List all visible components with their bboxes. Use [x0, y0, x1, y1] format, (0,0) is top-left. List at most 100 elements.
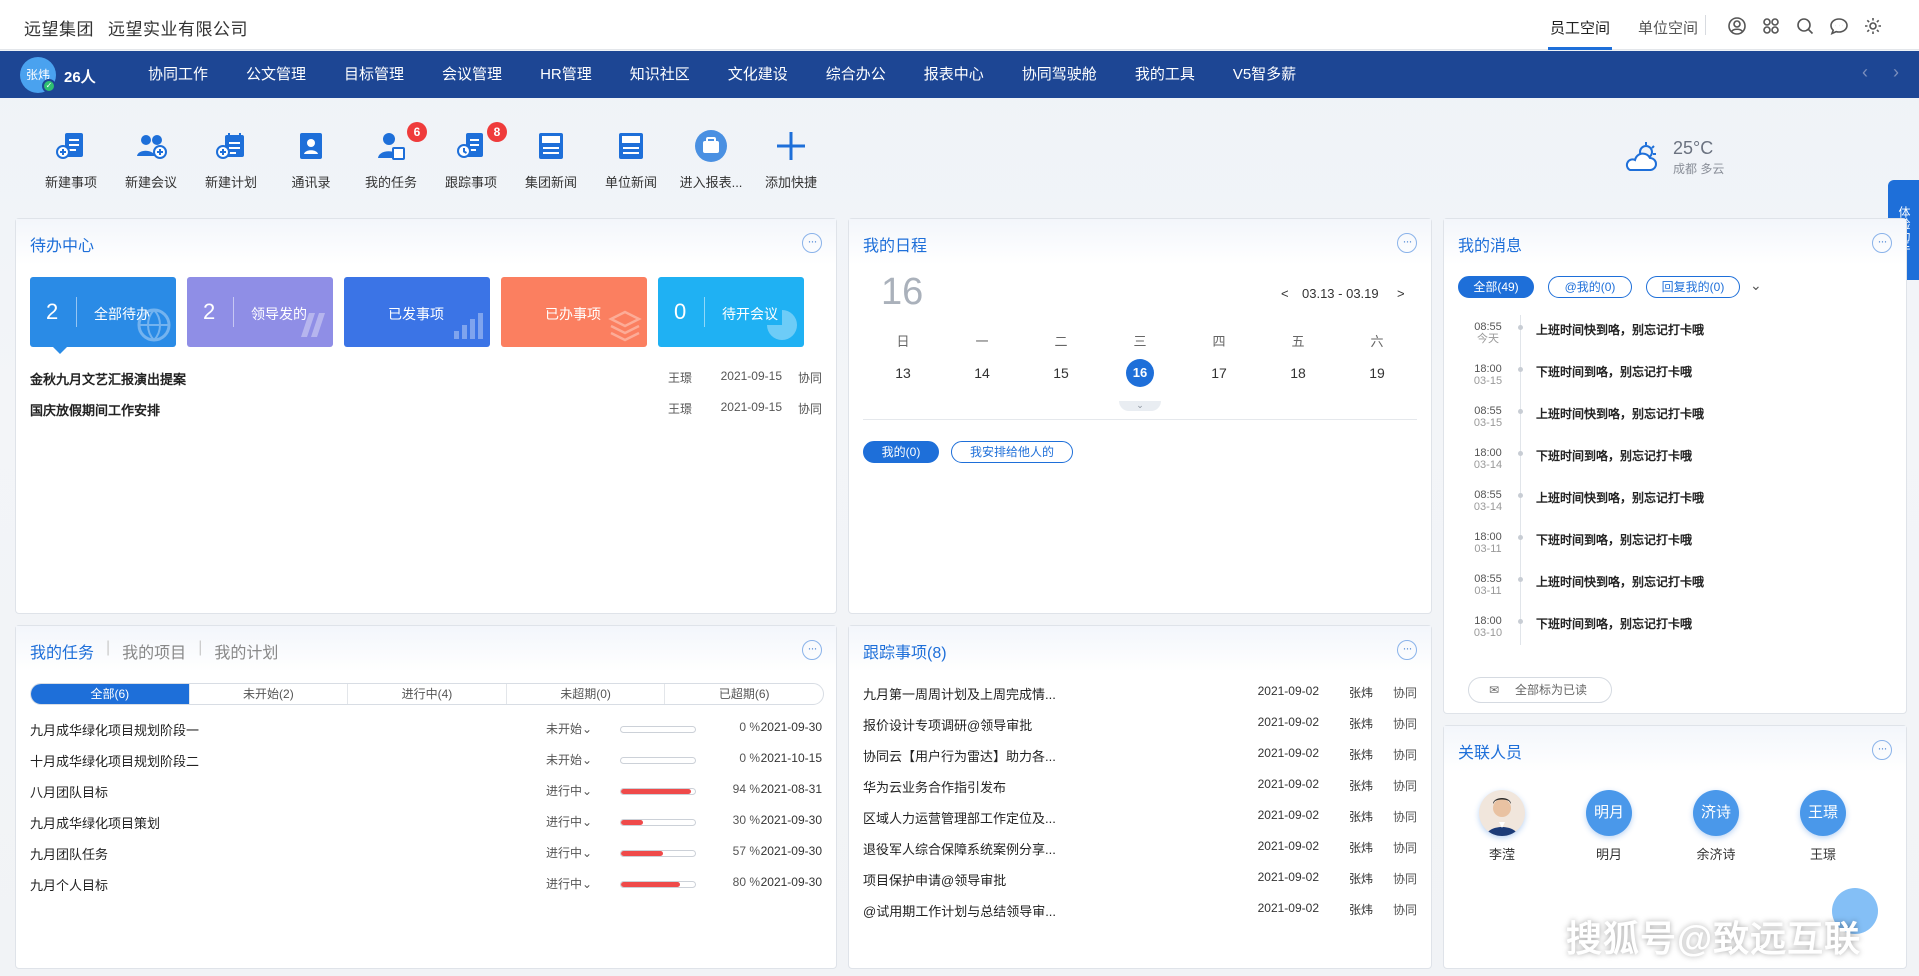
- message-item[interactable]: 18:00 03-10 下班时间到咯，别忘记打卡哦: [1458, 615, 1896, 649]
- more-icon[interactable]: ···: [802, 640, 822, 660]
- task-name[interactable]: 九月团队任务: [30, 844, 108, 863]
- follow-title[interactable]: 协同云【用户行为雷达】助力各...: [863, 746, 1056, 765]
- message-item[interactable]: 08:55 03-15 上班时间快到咯，别忘记打卡哦: [1458, 405, 1896, 439]
- nav-prev-icon[interactable]: ‹: [1862, 62, 1868, 83]
- shortcut-new-plan[interactable]: 新建计划: [191, 128, 271, 191]
- task-status[interactable]: 未开始⌄: [546, 751, 592, 768]
- msg-text[interactable]: 下班时间到咯，别忘记打卡哦: [1536, 531, 1692, 548]
- follow-row[interactable]: @试用期工作计划与总结领导审... 2021-09-02 张炜 协同: [863, 901, 1417, 921]
- task-name[interactable]: 八月团队目标: [30, 782, 108, 801]
- follow-row[interactable]: 九月第一周周计划及上周完成情... 2021-09-02 张炜 协同: [863, 684, 1417, 704]
- calendar-day-selected[interactable]: 16: [1120, 365, 1160, 380]
- search-icon[interactable]: [1795, 16, 1815, 36]
- gear-icon[interactable]: [1863, 16, 1883, 36]
- calendar-day[interactable]: 19: [1357, 365, 1397, 381]
- task-status[interactable]: 进行中⌄: [546, 844, 592, 861]
- tab-unit-space[interactable]: 单位空间: [1624, 0, 1712, 50]
- shortcut-unit-news[interactable]: 单位新闻: [591, 128, 671, 191]
- more-icon[interactable]: ···: [1872, 740, 1892, 760]
- card-all-todo[interactable]: 2 全部待办: [30, 277, 176, 347]
- task-row[interactable]: 十月成华绿化项目规划阶段二 未开始⌄ 0 % 2021-10-15: [30, 751, 822, 771]
- task-row[interactable]: 九月成华绿化项目规划阶段一 未开始⌄ 0 % 2021-09-30: [30, 720, 822, 740]
- chevron-down-icon[interactable]: ⌄: [1750, 277, 1762, 294]
- follow-row[interactable]: 协同云【用户行为雷达】助力各... 2021-09-02 张炜 协同: [863, 746, 1417, 766]
- task-row[interactable]: 八月团队目标 进行中⌄ 94 % 2021-08-31: [30, 782, 822, 802]
- shortcut-reports[interactable]: 进入报表...: [671, 128, 751, 191]
- next-week-button[interactable]: >: [1397, 286, 1405, 301]
- nav-next-icon[interactable]: ›: [1893, 62, 1899, 83]
- follow-title[interactable]: 项目保护申请@领导审批: [863, 870, 1006, 889]
- todo-title[interactable]: 金秋九月文艺汇报演出提案: [30, 369, 186, 388]
- task-row[interactable]: 九月成华绿化项目策划 进行中⌄ 30 % 2021-09-30: [30, 813, 822, 833]
- card-done[interactable]: 已办事项: [501, 277, 647, 347]
- nav-item-v5[interactable]: V5智多薪: [1233, 51, 1296, 98]
- tab-employee-space[interactable]: 员工空间: [1536, 0, 1624, 50]
- nav-item-reports[interactable]: 报表中心: [924, 51, 984, 98]
- follow-row[interactable]: 退役军人综合保障系统案例分享... 2021-09-02 张炜 协同: [863, 839, 1417, 859]
- message-item[interactable]: 08:55 03-14 上班时间快到咯，别忘记打卡哦: [1458, 489, 1896, 523]
- nav-item-tools[interactable]: 我的工具: [1135, 51, 1195, 98]
- msg-text[interactable]: 下班时间到咯，别忘记打卡哦: [1536, 447, 1692, 464]
- task-name[interactable]: 十月成华绿化项目规划阶段二: [30, 751, 199, 770]
- follow-title[interactable]: 报价设计专项调研@领导审批: [863, 715, 1032, 734]
- task-row[interactable]: 九月团队任务 进行中⌄ 57 % 2021-09-30: [30, 844, 822, 864]
- filter-all[interactable]: 全部(6): [31, 684, 190, 704]
- nav-item-office[interactable]: 综合办公: [826, 51, 886, 98]
- more-icon[interactable]: ···: [1397, 640, 1417, 660]
- shortcut-new-item[interactable]: 新建事项: [31, 128, 111, 191]
- nav-item-meetings[interactable]: 会议管理: [442, 51, 502, 98]
- nav-item-cockpit[interactable]: 协同驾驶舱: [1022, 51, 1097, 98]
- calendar-day[interactable]: 15: [1041, 365, 1081, 381]
- calendar-day[interactable]: 18: [1278, 365, 1318, 381]
- task-status[interactable]: 进行中⌄: [546, 782, 592, 799]
- calendar-day[interactable]: 14: [962, 365, 1002, 381]
- filter-overdue[interactable]: 已超期(6): [665, 684, 823, 704]
- filter-not-started[interactable]: 未开始(2): [190, 684, 349, 704]
- task-status[interactable]: 进行中⌄: [546, 813, 592, 830]
- follow-title[interactable]: 华为云业务合作指引发布: [863, 777, 1006, 796]
- task-name[interactable]: 九月个人目标: [30, 875, 108, 894]
- msg-text[interactable]: 上班时间快到咯，别忘记打卡哦: [1536, 489, 1704, 506]
- shortcut-track-items[interactable]: 8 跟踪事项: [431, 122, 511, 191]
- person-card[interactable]: 明月 明月: [1579, 790, 1639, 863]
- message-item[interactable]: 08:55 03-11 上班时间快到咯，别忘记打卡哦: [1458, 573, 1896, 607]
- nav-item-collab[interactable]: 协同工作: [148, 51, 208, 98]
- more-icon[interactable]: ···: [1397, 233, 1417, 253]
- follow-row[interactable]: 区域人力运营管理部工作定位及... 2021-09-02 张炜 协同: [863, 808, 1417, 828]
- more-icon[interactable]: ···: [802, 233, 822, 253]
- user-circle-icon[interactable]: [1727, 16, 1747, 36]
- expand-calendar-icon[interactable]: ⌄: [1119, 401, 1161, 411]
- shortcut-contacts[interactable]: 通讯录: [271, 128, 351, 191]
- card-meetings[interactable]: 0 待开会议: [658, 277, 804, 347]
- chat-icon[interactable]: [1829, 16, 1849, 36]
- brand-company[interactable]: 远望实业有限公司: [108, 20, 248, 39]
- msg-text[interactable]: 上班时间快到咯，别忘记打卡哦: [1536, 405, 1704, 422]
- nav-item-goals[interactable]: 目标管理: [344, 51, 404, 98]
- online-count[interactable]: 26人: [64, 66, 96, 87]
- more-icon[interactable]: ···: [1872, 233, 1892, 253]
- message-item[interactable]: 18:00 03-15 下班时间到咯，别忘记打卡哦: [1458, 363, 1896, 397]
- follow-row[interactable]: 华为云业务合作指引发布 2021-09-02 张炜 协同: [863, 777, 1417, 797]
- shortcut-my-tasks[interactable]: 6 我的任务: [351, 122, 431, 191]
- msg-text[interactable]: 上班时间快到咯，别忘记打卡哦: [1536, 573, 1704, 590]
- calendar-day[interactable]: 17: [1199, 365, 1239, 381]
- person-card[interactable]: 济诗 余济诗: [1686, 790, 1746, 863]
- shortcut-new-meeting[interactable]: 新建会议: [111, 128, 191, 191]
- nav-item-culture[interactable]: 文化建设: [728, 51, 788, 98]
- prev-week-button[interactable]: <: [1281, 286, 1289, 301]
- follow-title[interactable]: 九月第一周周计划及上周完成情...: [863, 684, 1056, 703]
- filter-assigned-to-others[interactable]: 我安排给他人的: [951, 441, 1073, 463]
- todo-row[interactable]: 金秋九月文艺汇报演出提案 王璟 2021-09-15 协同: [30, 369, 822, 389]
- task-name[interactable]: 九月成华绿化项目规划阶段一: [30, 720, 199, 739]
- follow-title[interactable]: 退役军人综合保障系统案例分享...: [863, 839, 1056, 858]
- follow-row[interactable]: 报价设计专项调研@领导审批 2021-09-02 张炜 协同: [863, 715, 1417, 735]
- tab-my-projects[interactable]: 我的项目: [122, 639, 186, 663]
- todo-title[interactable]: 国庆放假期间工作安排: [30, 400, 160, 419]
- msg-text[interactable]: 下班时间到咯，别忘记打卡哦: [1536, 615, 1692, 632]
- task-status[interactable]: 未开始⌄: [546, 720, 592, 737]
- message-item[interactable]: 18:00 03-11 下班时间到咯，别忘记打卡哦: [1458, 531, 1896, 565]
- task-name[interactable]: 九月成华绿化项目策划: [30, 813, 160, 832]
- task-status[interactable]: 进行中⌄: [546, 875, 592, 892]
- calendar-day[interactable]: 13: [883, 365, 923, 381]
- message-item[interactable]: 18:00 03-14 下班时间到咯，别忘记打卡哦: [1458, 447, 1896, 481]
